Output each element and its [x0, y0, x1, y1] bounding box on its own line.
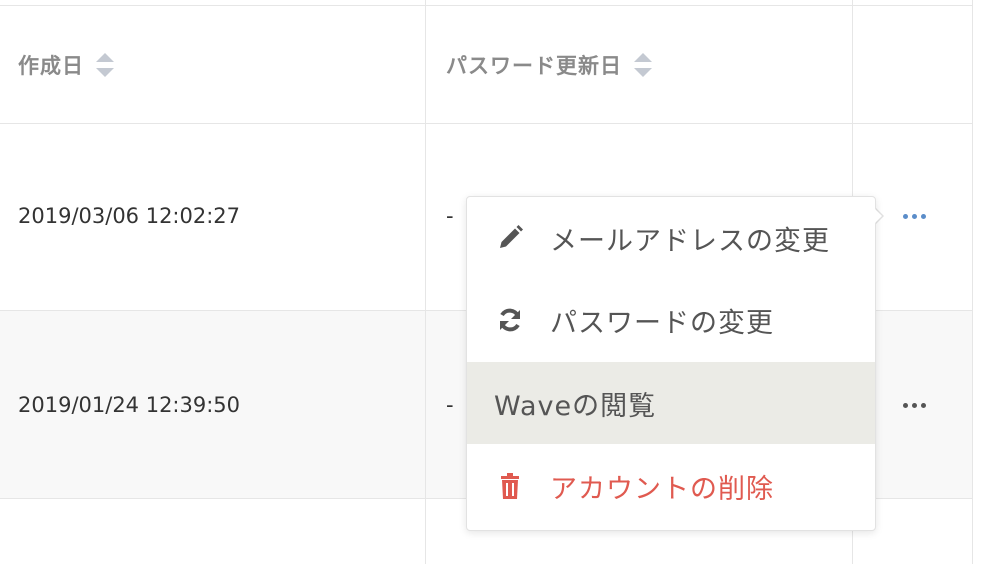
dot — [920, 402, 926, 408]
dot — [902, 402, 908, 408]
password-updated-cell: - — [446, 393, 454, 417]
menu-item-view-wave[interactable]: Waveの閲覧 — [467, 362, 875, 444]
menu-item-label: アカウントの削除 — [550, 473, 774, 505]
column-header-label: パスワード更新日 — [446, 53, 622, 78]
trash-icon — [494, 470, 526, 502]
menu-item-label: メールアドレスの変更 — [550, 225, 830, 257]
dot — [902, 213, 908, 219]
menu-pointer-inner — [871, 205, 882, 227]
password-updated-cell: - — [446, 204, 454, 228]
menu-item-label: パスワードの変更 — [550, 307, 774, 339]
sort-icon[interactable] — [96, 52, 114, 77]
dot — [920, 213, 926, 219]
column-header-password-updated[interactable]: パスワード更新日 — [446, 6, 652, 123]
column-header-created[interactable]: 作成日 — [18, 6, 114, 123]
column-divider — [972, 0, 973, 564]
actions-menu: メールアドレスの変更 パスワードの変更 Waveの閲覧 アカウントの削除 — [466, 196, 876, 531]
pencil-icon — [494, 222, 526, 254]
sort-icon[interactable] — [634, 52, 652, 77]
column-header-label: 作成日 — [18, 53, 84, 78]
menu-item-delete-account[interactable]: アカウントの削除 — [467, 445, 875, 527]
created-date-cell: 2019/01/24 12:39:50 — [18, 393, 241, 417]
more-actions-button[interactable] — [894, 201, 934, 231]
more-actions-button[interactable] — [894, 390, 934, 420]
menu-item-change-email[interactable]: メールアドレスの変更 — [467, 197, 875, 279]
header-bottom-border — [0, 123, 972, 124]
created-date-cell: 2019/03/06 12:02:27 — [18, 204, 241, 228]
menu-item-change-password[interactable]: パスワードの変更 — [467, 279, 875, 361]
dot — [911, 213, 917, 219]
refresh-icon — [494, 304, 526, 336]
dot — [911, 402, 917, 408]
menu-item-label: Waveの閲覧 — [494, 390, 657, 422]
column-divider — [425, 0, 426, 564]
